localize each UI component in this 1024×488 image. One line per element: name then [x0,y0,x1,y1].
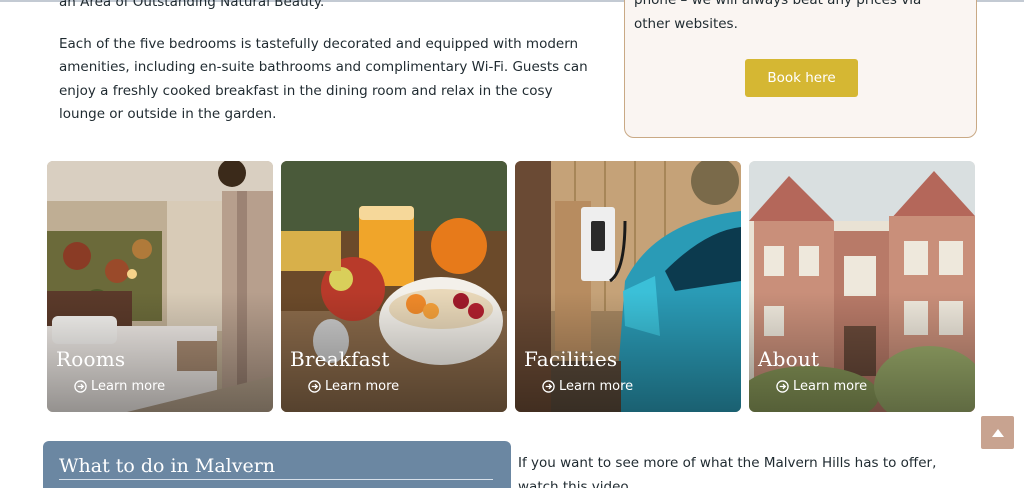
learn-more-label: Learn more [325,379,400,394]
intro-paragraph: Each of the five bedrooms is tastefully … [59,35,588,123]
circle-arrow-right-icon [308,380,321,393]
intro-line-top: an Area of Outstanding Natural Beauty. [59,0,325,10]
card-title: Rooms [56,347,126,371]
booking-box: phone – we will always beat any prices v… [624,0,977,138]
card-facilities[interactable]: Facilities Learn more [515,161,741,412]
card-title: Breakfast [290,347,390,371]
learn-more-link[interactable]: Learn more [542,379,633,394]
circle-arrow-right-icon [74,380,87,393]
circle-arrow-right-icon [776,380,789,393]
chevron-up-icon [991,428,1004,437]
heading-divider [59,479,493,480]
circle-arrow-right-icon [542,380,555,393]
booking-text: phone – we will always beat any prices v… [634,0,922,32]
scroll-to-top-button[interactable] [981,416,1014,449]
learn-more-link[interactable]: Learn more [74,379,165,394]
section-heading: What to do in Malvern [59,455,276,477]
learn-more-link[interactable]: Learn more [308,379,399,394]
what-to-do-section: What to do in Malvern [43,441,511,488]
learn-more-label: Learn more [559,379,634,394]
card-breakfast[interactable]: Breakfast Learn more [281,161,507,412]
book-here-button[interactable]: Book here [745,59,858,97]
video-intro-text: If you want to see more of what the Malv… [518,455,937,488]
intro-text: an Area of Outstanding Natural Beauty. E… [59,0,599,127]
card-title: Facilities [524,347,618,371]
learn-more-label: Learn more [793,379,868,394]
card-rooms[interactable]: Rooms Learn more [47,161,273,412]
learn-more-link[interactable]: Learn more [776,379,867,394]
card-about[interactable]: About Learn more [749,161,975,412]
card-title: About [758,347,820,371]
learn-more-label: Learn more [91,379,166,394]
